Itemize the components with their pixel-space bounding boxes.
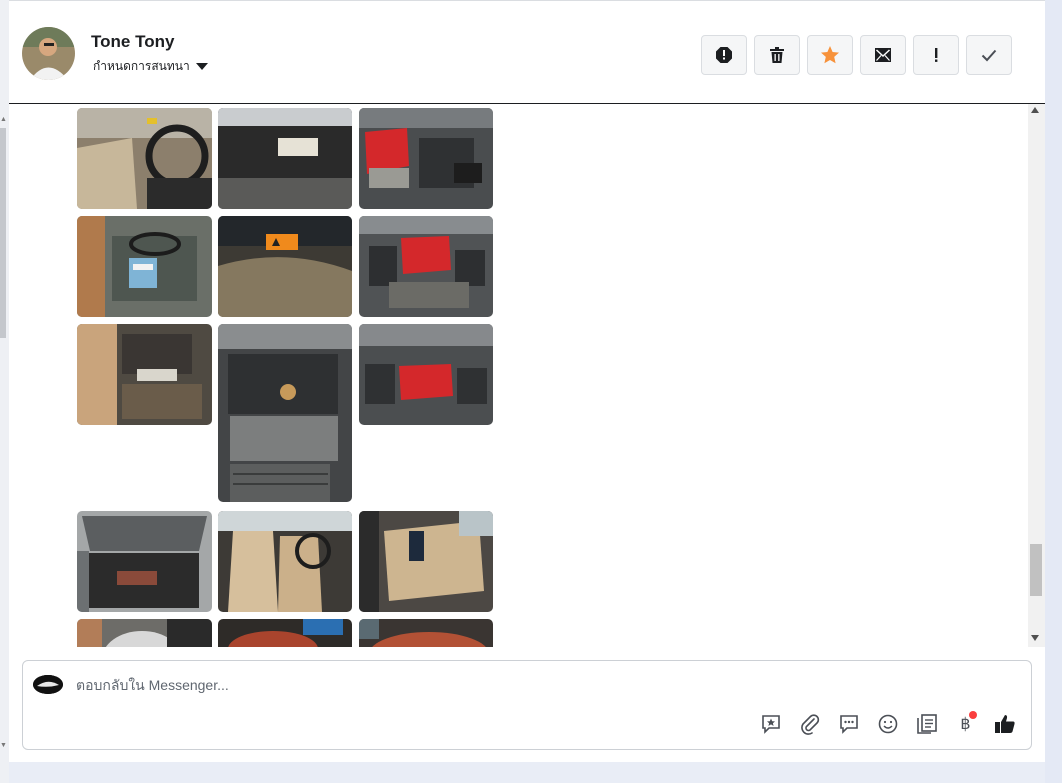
block-icon [716, 47, 732, 63]
scroll-down-arrow-icon[interactable] [1031, 635, 1039, 641]
star-icon [821, 46, 839, 64]
thread-photo[interactable] [359, 108, 493, 209]
page-logo [33, 675, 63, 694]
front-seats-image [218, 511, 352, 612]
thread-photo[interactable] [77, 324, 212, 425]
gauge-cluster-image [359, 619, 493, 647]
header-actions [701, 35, 1012, 75]
rear-seat-image [77, 216, 212, 317]
thread-photo[interactable] [218, 216, 352, 317]
conversation-panel: Tone Tony กำหนดการสนทนา ตอบกลับใน Messen… [9, 0, 1045, 762]
scroll-up-arrow-icon[interactable] [1031, 107, 1039, 113]
exclamation-icon [935, 48, 938, 62]
engine-top-image [218, 324, 352, 502]
thread-photo[interactable] [218, 108, 352, 209]
attachment-icon [800, 713, 819, 735]
star-button[interactable] [807, 35, 853, 75]
spam-button[interactable] [913, 35, 959, 75]
engine-bay-image [359, 216, 493, 317]
scroll-up-arrow-icon[interactable]: ▲ [0, 116, 7, 123]
thread-photo[interactable] [359, 511, 493, 612]
left-page-scrollbar[interactable]: ▲ ▼ [0, 0, 9, 783]
reply-composer: ฿ [22, 660, 1032, 750]
saved-reply-icon [761, 714, 780, 734]
delete-button[interactable] [754, 35, 800, 75]
template-icon [916, 713, 937, 734]
avatar-photo [22, 27, 75, 80]
attachment-button[interactable] [797, 711, 822, 736]
engine-bay-image [359, 108, 493, 209]
like-button[interactable] [992, 711, 1017, 736]
like-icon [994, 714, 1015, 733]
car-interior-image [77, 108, 212, 209]
chat-button[interactable] [836, 711, 861, 736]
scroll-down-arrow-icon[interactable]: ▼ [0, 742, 7, 749]
reply-input[interactable] [76, 677, 676, 693]
notification-dot [969, 711, 977, 719]
scroll-thumb[interactable] [0, 128, 6, 338]
emoji-icon [878, 714, 897, 733]
open-trunk-image [77, 511, 212, 612]
dashboard-image [218, 619, 352, 647]
assign-conversation-dropdown[interactable]: กำหนดการสนทนา [93, 57, 208, 76]
template-button[interactable] [914, 711, 939, 736]
thread-photo[interactable] [77, 511, 212, 612]
block-button[interactable] [701, 35, 747, 75]
thread-scrollbar[interactable] [1028, 104, 1045, 647]
rear-seats-image [359, 511, 493, 612]
thread-photo[interactable] [359, 324, 493, 425]
scroll-thumb[interactable] [1030, 544, 1042, 596]
emoji-button[interactable] [875, 711, 900, 736]
thread-photo[interactable] [77, 108, 212, 209]
thread-photo[interactable] [77, 216, 212, 317]
thread-photo[interactable] [359, 619, 493, 647]
steering-wheel-image [77, 619, 212, 647]
page-avatar [33, 675, 63, 694]
mark-unread-button[interactable] [860, 35, 906, 75]
thread-photo[interactable] [359, 216, 493, 317]
engine-side-image [77, 324, 212, 425]
assign-conversation-label: กำหนดการสนทนา [93, 59, 190, 73]
payment-button[interactable]: ฿ [953, 711, 978, 736]
trunk-lining-image [218, 108, 352, 209]
saved-reply-button[interactable] [758, 711, 783, 736]
mark-unread-icon [875, 48, 891, 62]
thread-photo[interactable] [218, 324, 352, 502]
message-thread[interactable] [9, 104, 1028, 647]
trunk-lid-image [218, 216, 352, 317]
caret-down-icon [195, 63, 208, 70]
conversation-header: Tone Tony กำหนดการสนทนา [9, 5, 1045, 104]
contact-name[interactable]: Tone Tony [91, 32, 174, 52]
contact-avatar[interactable] [22, 27, 75, 80]
done-button[interactable] [966, 35, 1012, 75]
engine-bay-image [359, 324, 493, 425]
page-edge [1045, 0, 1062, 783]
composer-tools: ฿ [758, 711, 1017, 736]
thread-photo[interactable] [218, 619, 352, 647]
thread-photo[interactable] [77, 619, 212, 647]
trash-icon [770, 47, 784, 63]
check-icon [981, 49, 997, 62]
chat-bubble-icon [839, 714, 858, 734]
thread-photo[interactable] [218, 511, 352, 612]
